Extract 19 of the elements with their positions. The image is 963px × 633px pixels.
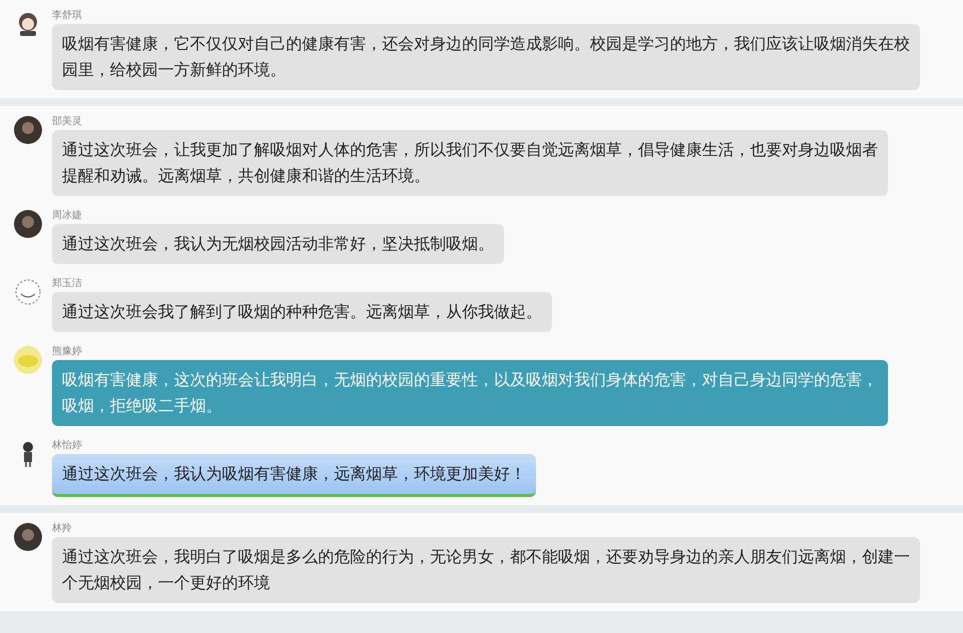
avatar-icon xyxy=(14,523,42,551)
avatar-icon xyxy=(14,210,42,238)
message-bubble: 吸烟有害健康，这次的班会让我明白，无烟的校园的重要性，以及吸烟对我们身体的危害，对自己身边同学的危害， 吸烟，拒绝吸二手烟。 xyxy=(52,360,888,426)
message-bubble: 通过这次班会，让我更加了解吸烟对人体的危害，所以我们不仅要自觉远离烟草，倡导健康生活，也要对身边吸烟者 提醒和劝诫。远离烟草，共创健康和谐的生活环境。 xyxy=(52,130,888,196)
message-bubble: 通过这次班会，我认为吸烟有害健康，远离烟草，环境更加美好！ xyxy=(52,454,536,497)
message-bubble: 通过这次班会我了解到了吸烟的种种危害。远离烟草，从你我做起。 xyxy=(52,292,552,332)
message-bubble: 通过这次班会，我认为无烟校园活动非常好，坚决抵制吸烟。 xyxy=(52,224,504,264)
sender-name: 郑玉洁 xyxy=(52,278,83,290)
sender-name: 周冰婕 xyxy=(52,210,83,222)
message-bubble: 通过这次班会，我明白了吸烟是多么的危险的行为，无论男女，都不能吸烟，还要劝导身边的亲人朋友们远离烟，创建一 个无烟校园，一个更好的环境 xyxy=(52,537,920,603)
avatar-icon xyxy=(14,116,42,144)
avatar-icon xyxy=(14,278,42,306)
sender-name: 邵美灵 xyxy=(52,116,83,128)
sender-name: 熊豫婷 xyxy=(52,346,83,358)
message-bubble: 吸烟有害健康，它不仅仅对自己的健康有害，还会对身边的同学造成影响。校园是学习的地方，我们应该让吸烟消失在校 园里，给校园一方新鲜的环境。 xyxy=(52,24,920,90)
sender-name: 林羚 xyxy=(52,523,73,535)
sender-name: 李舒琪 xyxy=(52,10,83,22)
sender-name: 林怡婷 xyxy=(52,440,83,452)
avatar-icon xyxy=(14,346,42,374)
